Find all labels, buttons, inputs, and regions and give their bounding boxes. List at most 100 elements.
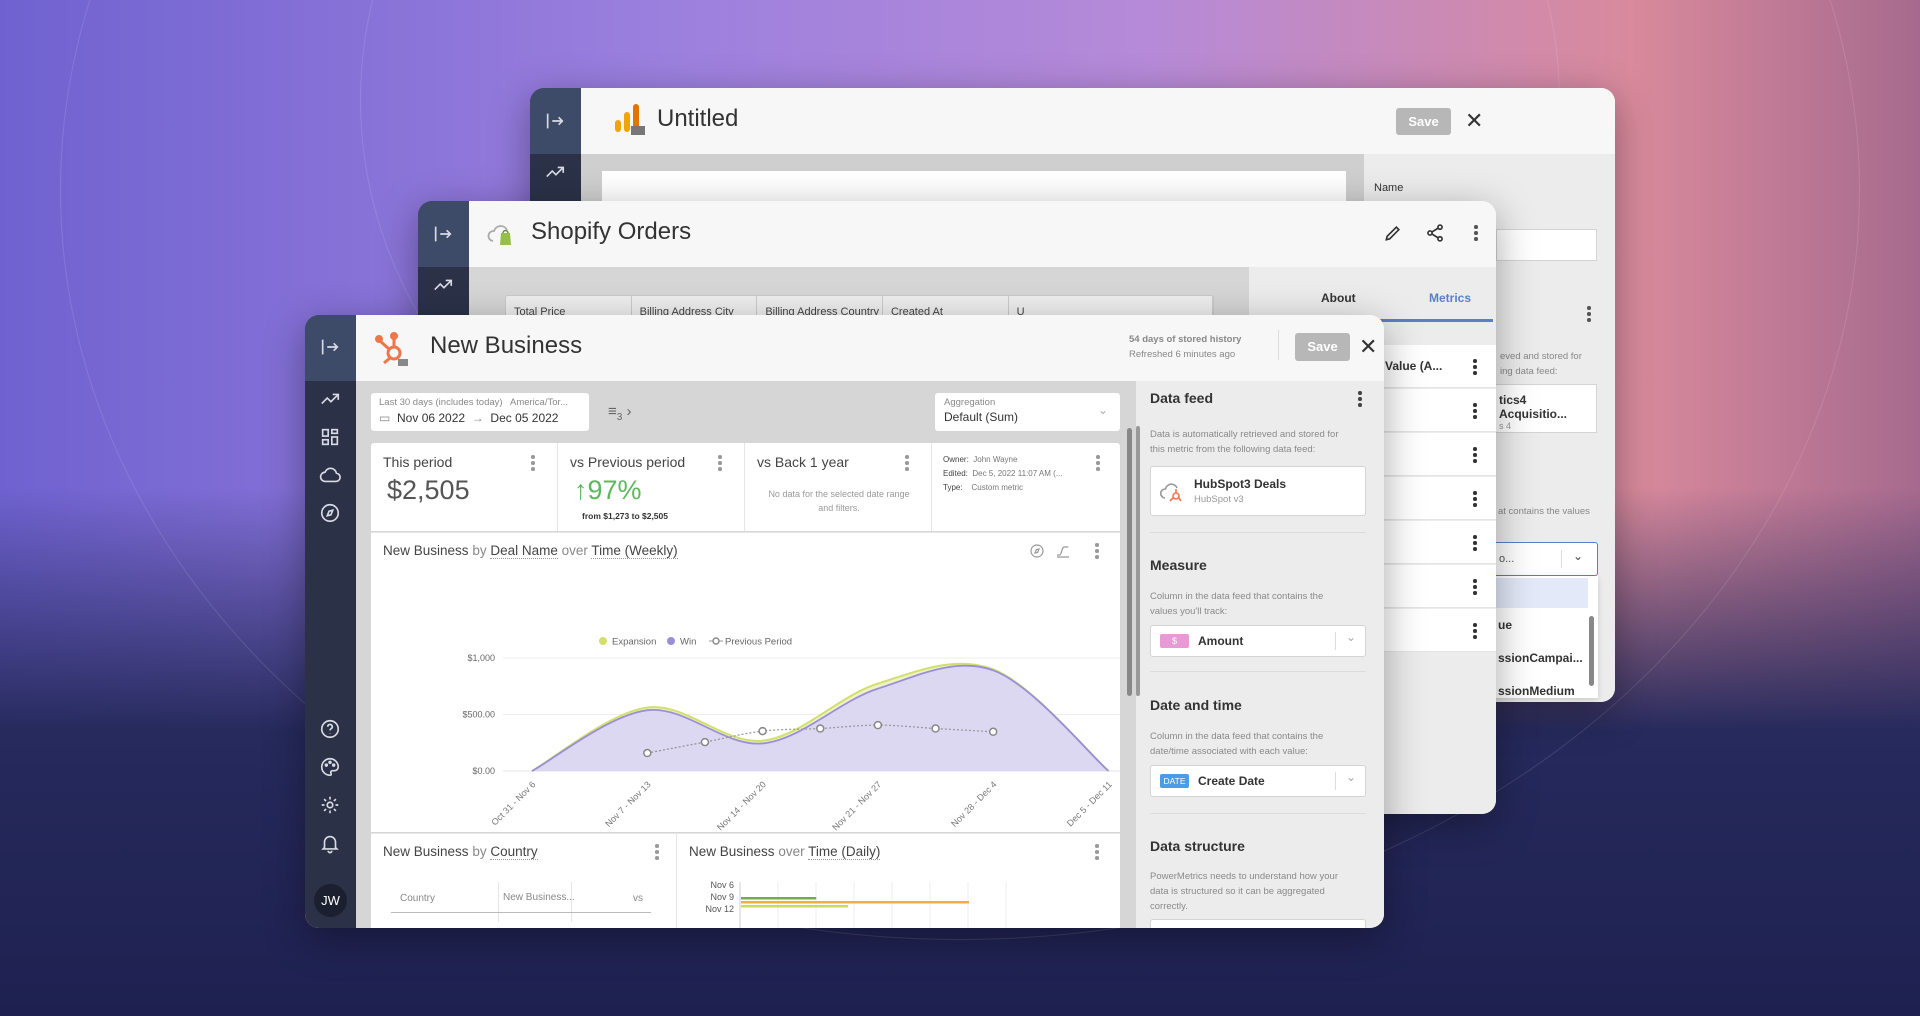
legend-swatch [667, 637, 675, 645]
kpi-empty-message: No data for the selected date range and … [768, 489, 910, 513]
kpi-value: $2,505 [387, 475, 470, 505]
country-card: New Business by Country Country New Busi… [371, 833, 677, 928]
column-header[interactable]: New Business... [503, 892, 575, 903]
data-feed-card[interactable]: HubSpot3 Deals HubSpot v3 [1150, 466, 1366, 516]
dropdown-option[interactable]: ue [1498, 618, 1512, 632]
type-label: Type: [943, 483, 963, 492]
chevron-down-icon: ⌄ [1346, 770, 1357, 784]
date-badge: DATE [1160, 774, 1189, 788]
structure-select[interactable] [1150, 919, 1366, 928]
kebab-icon[interactable] [718, 455, 722, 471]
y-tick-label: $500.00 [462, 710, 495, 720]
aggregation-select[interactable]: Aggregation Default (Sum) ⌄ [935, 393, 1120, 431]
kebab-icon[interactable] [1473, 403, 1477, 419]
help-icon[interactable] [319, 718, 341, 740]
start-date: Nov 06 2022 [397, 411, 466, 425]
name-field[interactable] [1496, 229, 1597, 261]
timezone: America/Tor... [509, 397, 569, 408]
trend-icon[interactable] [319, 388, 341, 410]
kebab-icon[interactable] [1473, 535, 1477, 551]
kebab-icon[interactable] [1473, 623, 1477, 639]
kpi-title: vs Previous period [570, 454, 686, 470]
arrow-right-icon: → [471, 411, 484, 425]
trend-icon[interactable] [432, 274, 454, 296]
kebab-icon[interactable] [1096, 455, 1100, 471]
scrollbar[interactable] [1127, 428, 1132, 696]
kebab-icon[interactable] [531, 455, 535, 471]
kebab-icon[interactable] [1587, 306, 1591, 322]
kebab-icon[interactable] [1474, 225, 1478, 241]
date-range-picker[interactable]: Last 30 days (includes today) America/To… [371, 393, 589, 431]
legend-swatch [712, 637, 720, 645]
bar [741, 905, 849, 908]
feed-name: HubSpot3 Deals [1194, 477, 1287, 491]
hubspot-cloud-icon [1159, 481, 1185, 503]
type: Custom metric [971, 483, 1024, 492]
collapse-icon[interactable] [432, 223, 454, 245]
share-icon[interactable] [1425, 223, 1445, 243]
kpi-row: This period $2,505 vs Previous period ↑9… [371, 443, 1120, 531]
tab-metrics[interactable]: Metrics [1429, 291, 1471, 305]
edited: Dec 5, 2022 11:07 AM (... [972, 469, 1063, 478]
kebab-icon[interactable] [1473, 447, 1477, 463]
kebab-icon[interactable] [1473, 579, 1477, 595]
arrow-up-icon: ↑ [574, 475, 588, 505]
column-header[interactable]: vs [633, 893, 643, 904]
x-tick-label: Oct 31 - Nov 6 [489, 779, 537, 827]
window-title: Untitled [657, 105, 739, 132]
kebab-icon[interactable] [1473, 359, 1477, 375]
avatar[interactable]: JW [314, 884, 347, 917]
tab-about[interactable]: About [1321, 291, 1356, 305]
dropdown-option[interactable]: ssionCampai... [1498, 651, 1583, 665]
kebab-icon[interactable] [1473, 491, 1477, 507]
save-button[interactable]: Save [1396, 108, 1451, 135]
cloud-icon[interactable] [319, 464, 341, 486]
measure-select[interactable]: $ Amount ⌄ [1150, 625, 1366, 657]
dropdown-option[interactable]: ssionMedium [1498, 684, 1575, 698]
scrollbar[interactable] [1589, 616, 1594, 686]
pencil-icon[interactable] [1383, 223, 1403, 243]
kpi-vs-back-1-year[interactable]: vs Back 1 year No data for the selected … [745, 443, 932, 531]
owner: John Wayne [973, 455, 1018, 464]
bar [741, 901, 969, 904]
previous-period-point [816, 724, 825, 733]
group-by-link[interactable]: Country [490, 844, 538, 860]
close-button[interactable]: ✕ [1359, 336, 1377, 358]
kebab-icon[interactable] [1358, 391, 1362, 407]
trend-icon[interactable] [544, 161, 566, 183]
active-tab-indicator [1376, 319, 1493, 322]
bell-icon[interactable] [319, 832, 341, 854]
kpi-vs-previous[interactable]: vs Previous period ↑97% from $1,273 to $… [558, 443, 745, 531]
kpi-this-period[interactable]: This period $2,505 [371, 443, 558, 531]
aggregation-label: Aggregation [944, 397, 996, 408]
legend-label: Previous Period [725, 637, 792, 648]
x-tick-label: Dec 5 - Dec 11 [1065, 779, 1114, 828]
y-tick-label: $0.00 [472, 766, 495, 776]
x-tick-label: Nov 28 - Dec 4 [949, 779, 999, 829]
date-preset: Last 30 days (includes today) [379, 397, 503, 408]
legend-swatch [599, 637, 607, 645]
scrollbar[interactable] [1136, 426, 1140, 696]
kebab-icon[interactable] [905, 455, 909, 471]
save-button[interactable]: Save [1295, 333, 1350, 361]
desc-fragment: ing data feed: [1500, 366, 1558, 377]
date-column-select[interactable]: DATE Create Date ⌄ [1150, 765, 1366, 797]
owner-label: Owner: [943, 455, 969, 464]
close-button[interactable]: ✕ [1465, 110, 1483, 132]
metric-name: Value (A... [1385, 359, 1443, 373]
collapse-icon[interactable] [319, 336, 341, 358]
legend-label: Win [680, 637, 696, 648]
section-desc: Data is automatically retrieved and stor… [1150, 429, 1339, 455]
kebab-icon[interactable] [655, 844, 659, 860]
palette-icon[interactable] [319, 756, 341, 778]
x-tick-label: Nov 21 - Nov 27 [830, 779, 883, 832]
collapse-icon[interactable] [544, 110, 566, 132]
dashboard-icon[interactable] [319, 426, 341, 448]
compass-icon[interactable] [319, 502, 341, 524]
gear-icon[interactable] [319, 794, 341, 816]
filter-button[interactable]: ≡3 › [608, 403, 632, 423]
metric-content: Last 30 days (includes today) America/To… [356, 381, 1136, 928]
previous-period-point [873, 720, 883, 730]
column-header[interactable]: Country [400, 893, 435, 904]
edited-label: Edited: [943, 469, 968, 478]
